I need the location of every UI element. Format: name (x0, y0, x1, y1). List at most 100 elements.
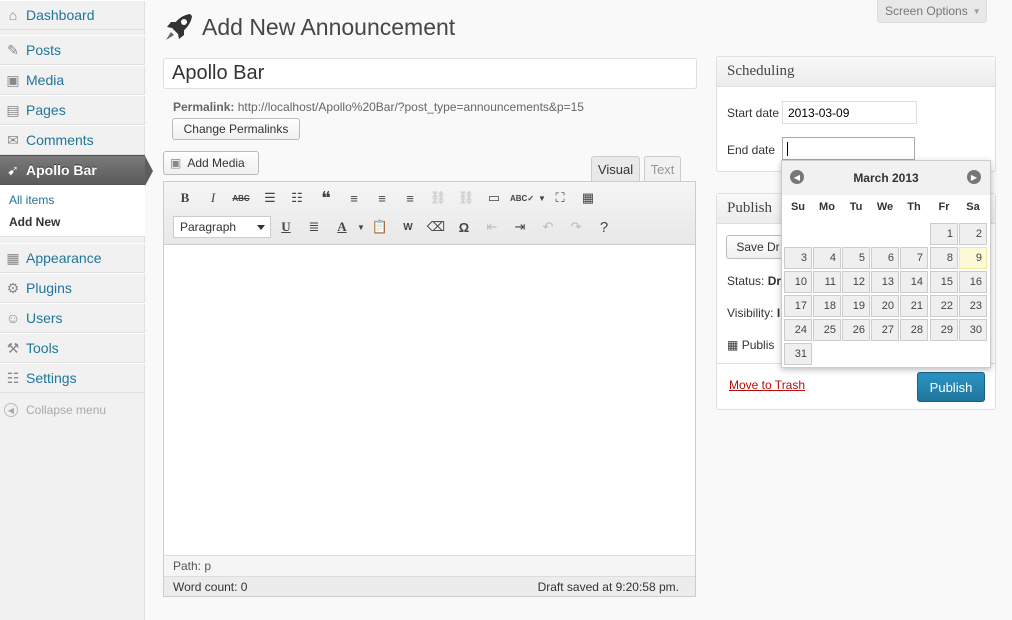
menu-item-tools[interactable]: ⚒ Tools (0, 333, 145, 363)
menu-item-users[interactable]: ☺ Users (0, 303, 145, 333)
datepicker-day[interactable]: 24 (784, 319, 812, 341)
datepicker-day[interactable]: 16 (959, 271, 987, 293)
datepicker-day[interactable]: 3 (784, 247, 812, 269)
indent-icon[interactable]: ⇥ (509, 216, 531, 238)
datepicker-day[interactable]: 12 (842, 271, 870, 293)
clear-formatting-icon[interactable]: ⌫ (425, 216, 447, 238)
menu-item-label: Posts (26, 42, 62, 58)
datepicker-day[interactable]: 15 (930, 271, 958, 293)
menu-item-settings[interactable]: ☷ Settings (0, 363, 145, 393)
comments-icon: ✉ (7, 131, 19, 148)
weekday-header: We (876, 201, 894, 213)
redo-icon[interactable]: ↷ (565, 216, 587, 238)
menu-item-plugins[interactable]: ⚙ Plugins (0, 273, 145, 303)
underline-icon[interactable]: U (275, 216, 297, 238)
permalink-label: Permalink: (173, 100, 235, 114)
undo-icon[interactable]: ↶ (537, 216, 559, 238)
align-left-icon[interactable]: ≡ (343, 187, 365, 209)
editor-path-bar: Path: p (164, 555, 695, 576)
menu-item-comments[interactable]: ✉ Comments (0, 125, 145, 155)
help-icon[interactable]: ? (593, 216, 615, 238)
paste-text-icon[interactable]: 📋 (369, 216, 391, 238)
move-to-trash-link[interactable]: Move to Trash (729, 378, 805, 392)
datepicker-day[interactable]: 10 (784, 271, 812, 293)
end-date-label: End date (727, 143, 776, 157)
strikethrough-icon[interactable]: ABC (230, 187, 252, 209)
menu-item-appearance[interactable]: ▦ Appearance (0, 243, 145, 273)
format-select[interactable]: Paragraph (173, 216, 271, 238)
datepicker-day[interactable]: 30 (959, 319, 987, 341)
fullscreen-icon[interactable]: ⛶ (549, 187, 571, 209)
datepicker-day[interactable]: 28 (900, 319, 928, 341)
datepicker-day[interactable]: 25 (813, 319, 841, 341)
numbered-list-icon[interactable]: ☷ (286, 187, 308, 209)
menu-item-label: Users (26, 310, 63, 326)
datepicker-day[interactable]: 4 (813, 247, 841, 269)
collapse-menu-button[interactable]: ◀ Collapse menu (4, 403, 106, 417)
editor-content-area[interactable] (164, 245, 695, 555)
publish-button[interactable]: Publish (917, 372, 985, 402)
datepicker-day-today[interactable]: 9 (959, 247, 987, 269)
start-date-input[interactable] (782, 101, 917, 124)
plugins-icon: ⚙ (6, 279, 20, 296)
editor-status-bar: Word count: 0 Draft saved at 9:20:58 pm. (164, 576, 695, 596)
tab-text[interactable]: Text (644, 156, 681, 182)
datepicker-day[interactable]: 13 (871, 271, 899, 293)
submenu-item-add-new[interactable]: Add New (9, 215, 60, 229)
menu-item-dashboard[interactable]: ⌂ Dashboard (0, 0, 145, 30)
menu-item-media[interactable]: ▣ Media (0, 65, 145, 95)
menu-item-apollo-bar[interactable]: ➹ Apollo Bar (0, 155, 153, 186)
datepicker-day[interactable]: 2 (959, 223, 987, 245)
screen-options-button[interactable]: Screen Options ▼ (877, 0, 987, 23)
datepicker-day[interactable]: 1 (930, 223, 958, 245)
datepicker-day[interactable]: 7 (900, 247, 928, 269)
menu-item-pages[interactable]: ▤ Pages (0, 95, 145, 125)
datepicker-day[interactable]: 26 (842, 319, 870, 341)
blockquote-icon[interactable]: ❝ (315, 187, 337, 209)
datepicker-day[interactable]: 14 (900, 271, 928, 293)
datepicker-day[interactable]: 19 (842, 295, 870, 317)
datepicker-day[interactable]: 27 (871, 319, 899, 341)
weekday-header: Fr (938, 201, 950, 213)
special-character-icon[interactable]: Ω (453, 216, 475, 238)
rocket-icon (166, 14, 192, 40)
page-title: Add New Announcement (202, 14, 456, 40)
datepicker-day[interactable]: 17 (784, 295, 812, 317)
outdent-icon[interactable]: ⇤ (481, 216, 503, 238)
datepicker-day[interactable]: 8 (930, 247, 958, 269)
datepicker-day[interactable]: 6 (871, 247, 899, 269)
end-date-input[interactable] (782, 137, 915, 160)
permalink-url[interactable]: http://localhost/Apollo%20Bar/?post_type… (238, 100, 584, 114)
more-tag-icon[interactable]: ▭ (483, 187, 505, 209)
post-title-input[interactable] (163, 58, 697, 89)
datepicker-day[interactable]: 11 (813, 271, 841, 293)
draft-saved-status: Draft saved at 9:20:58 pm. (537, 580, 679, 594)
align-center-icon[interactable]: ≡ (371, 187, 393, 209)
justify-icon[interactable]: ≣ (303, 216, 325, 238)
datepicker-day[interactable]: 22 (930, 295, 958, 317)
bullet-list-icon[interactable]: ☰ (259, 187, 281, 209)
datepicker-day[interactable]: 18 (813, 295, 841, 317)
link-icon[interactable]: ⛓ (427, 187, 449, 209)
italic-icon[interactable]: I (202, 187, 224, 209)
change-permalinks-button[interactable]: Change Permalinks (172, 118, 300, 140)
unlink-icon[interactable]: ⛓ (455, 187, 477, 209)
submenu-item-all-items[interactable]: All items (9, 193, 54, 207)
add-media-button[interactable]: ▣ Add Media (163, 151, 259, 175)
datepicker-day[interactable]: 29 (930, 319, 958, 341)
datepicker-day[interactable]: 31 (784, 343, 812, 365)
datepicker-day[interactable]: 20 (871, 295, 899, 317)
chevron-right-icon[interactable]: ▶ (967, 170, 981, 184)
bold-icon[interactable]: B (174, 187, 196, 209)
tab-visual[interactable]: Visual (591, 156, 640, 182)
datepicker-day[interactable]: 23 (959, 295, 987, 317)
datepicker-day[interactable]: 21 (900, 295, 928, 317)
align-right-icon[interactable]: ≡ (399, 187, 421, 209)
paste-word-icon[interactable]: W (397, 216, 419, 238)
status-row: Status: Dr (727, 274, 781, 288)
menu-item-posts[interactable]: ✎ Posts (0, 35, 145, 65)
spellcheck-icon[interactable]: ABC✓ (510, 187, 534, 209)
datepicker-day[interactable]: 5 (842, 247, 870, 269)
format-select-value: Paragraph (180, 220, 237, 234)
kitchen-sink-icon[interactable]: ▦ (577, 187, 599, 209)
